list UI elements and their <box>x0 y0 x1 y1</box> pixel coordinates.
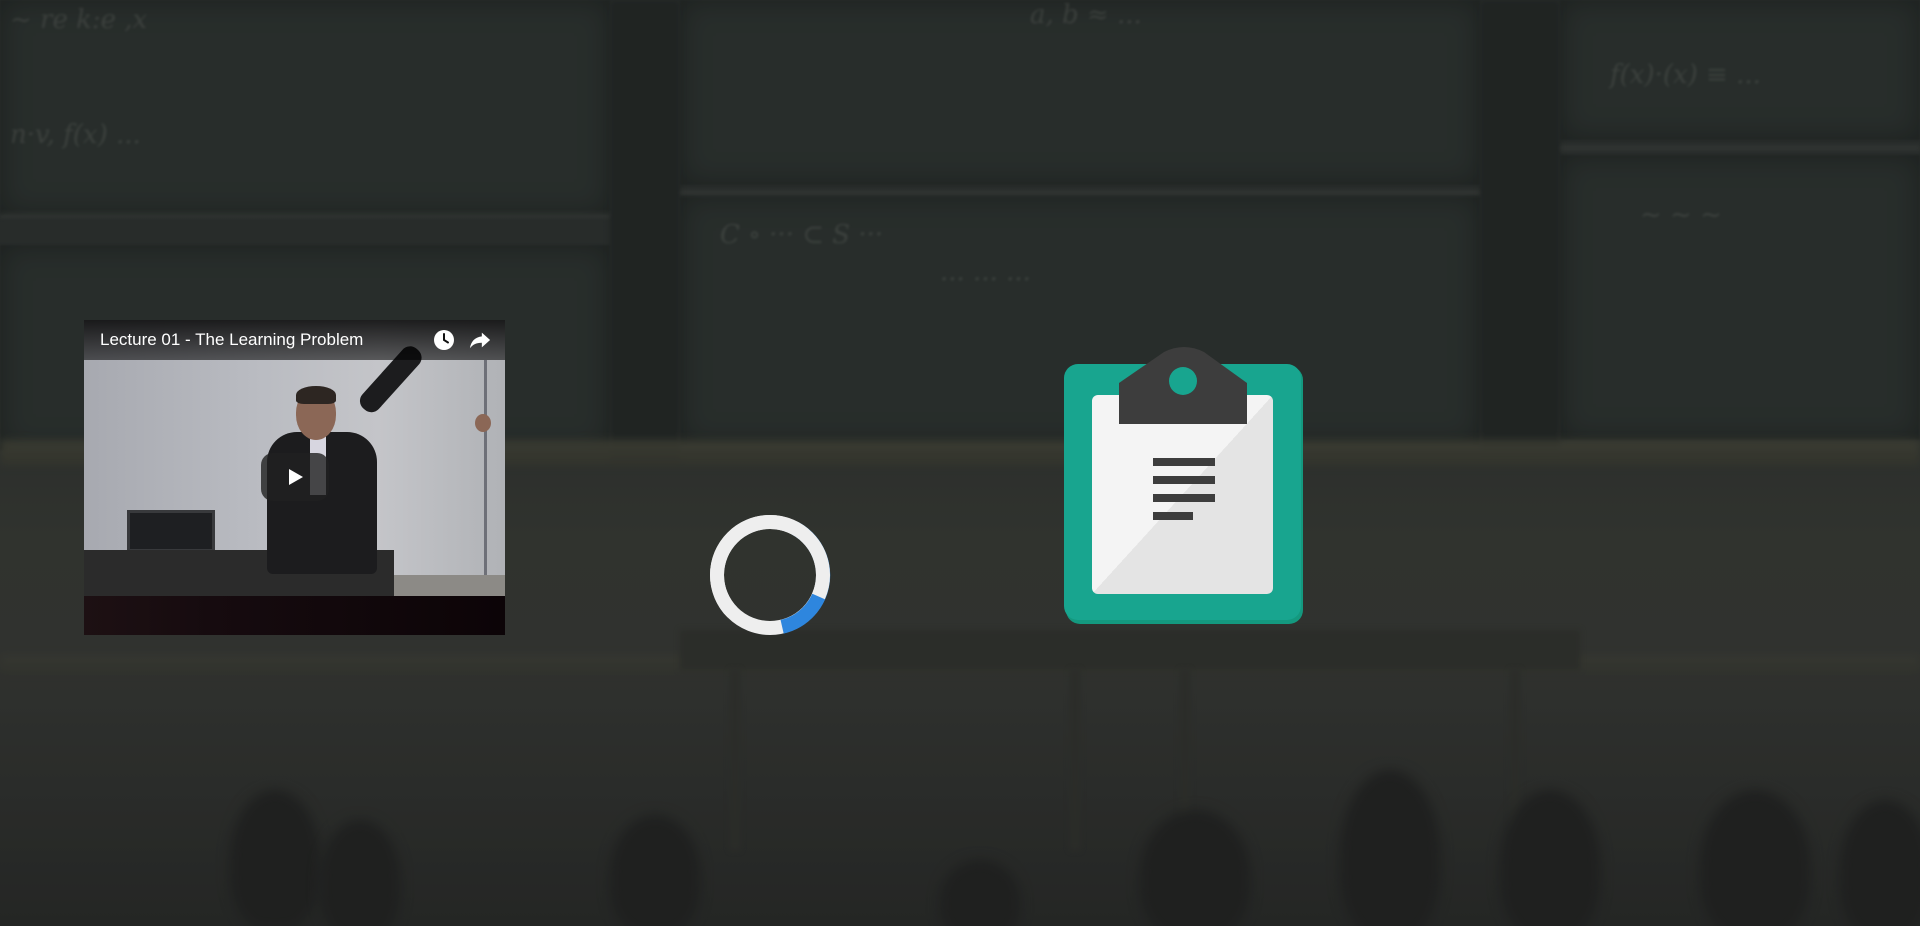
video-title-bar: Lecture 01 - The Learning Problem <box>84 320 505 360</box>
speaker-hand <box>475 414 491 432</box>
stage-floor <box>394 575 505 596</box>
speaker-hair <box>296 386 336 404</box>
clock-icon[interactable] <box>433 329 455 351</box>
play-icon <box>289 469 303 485</box>
podium-monitor <box>127 510 215 552</box>
wall-edge <box>484 360 487 596</box>
play-button[interactable] <box>261 453 329 501</box>
share-arrow-icon[interactable] <box>469 329 491 351</box>
clipboard-icon[interactable] <box>1064 346 1305 626</box>
video-player[interactable]: Lecture 01 - The Learning Problem <box>84 320 505 635</box>
lecture-hall-background: ~ re k:e ,x n·v, f(x) ... a, b ≈ ... C ∘… <box>0 0 1920 926</box>
video-bottom-bar <box>84 596 505 635</box>
video-title[interactable]: Lecture 01 - The Learning Problem <box>100 330 433 350</box>
loading-spinner <box>709 514 831 636</box>
